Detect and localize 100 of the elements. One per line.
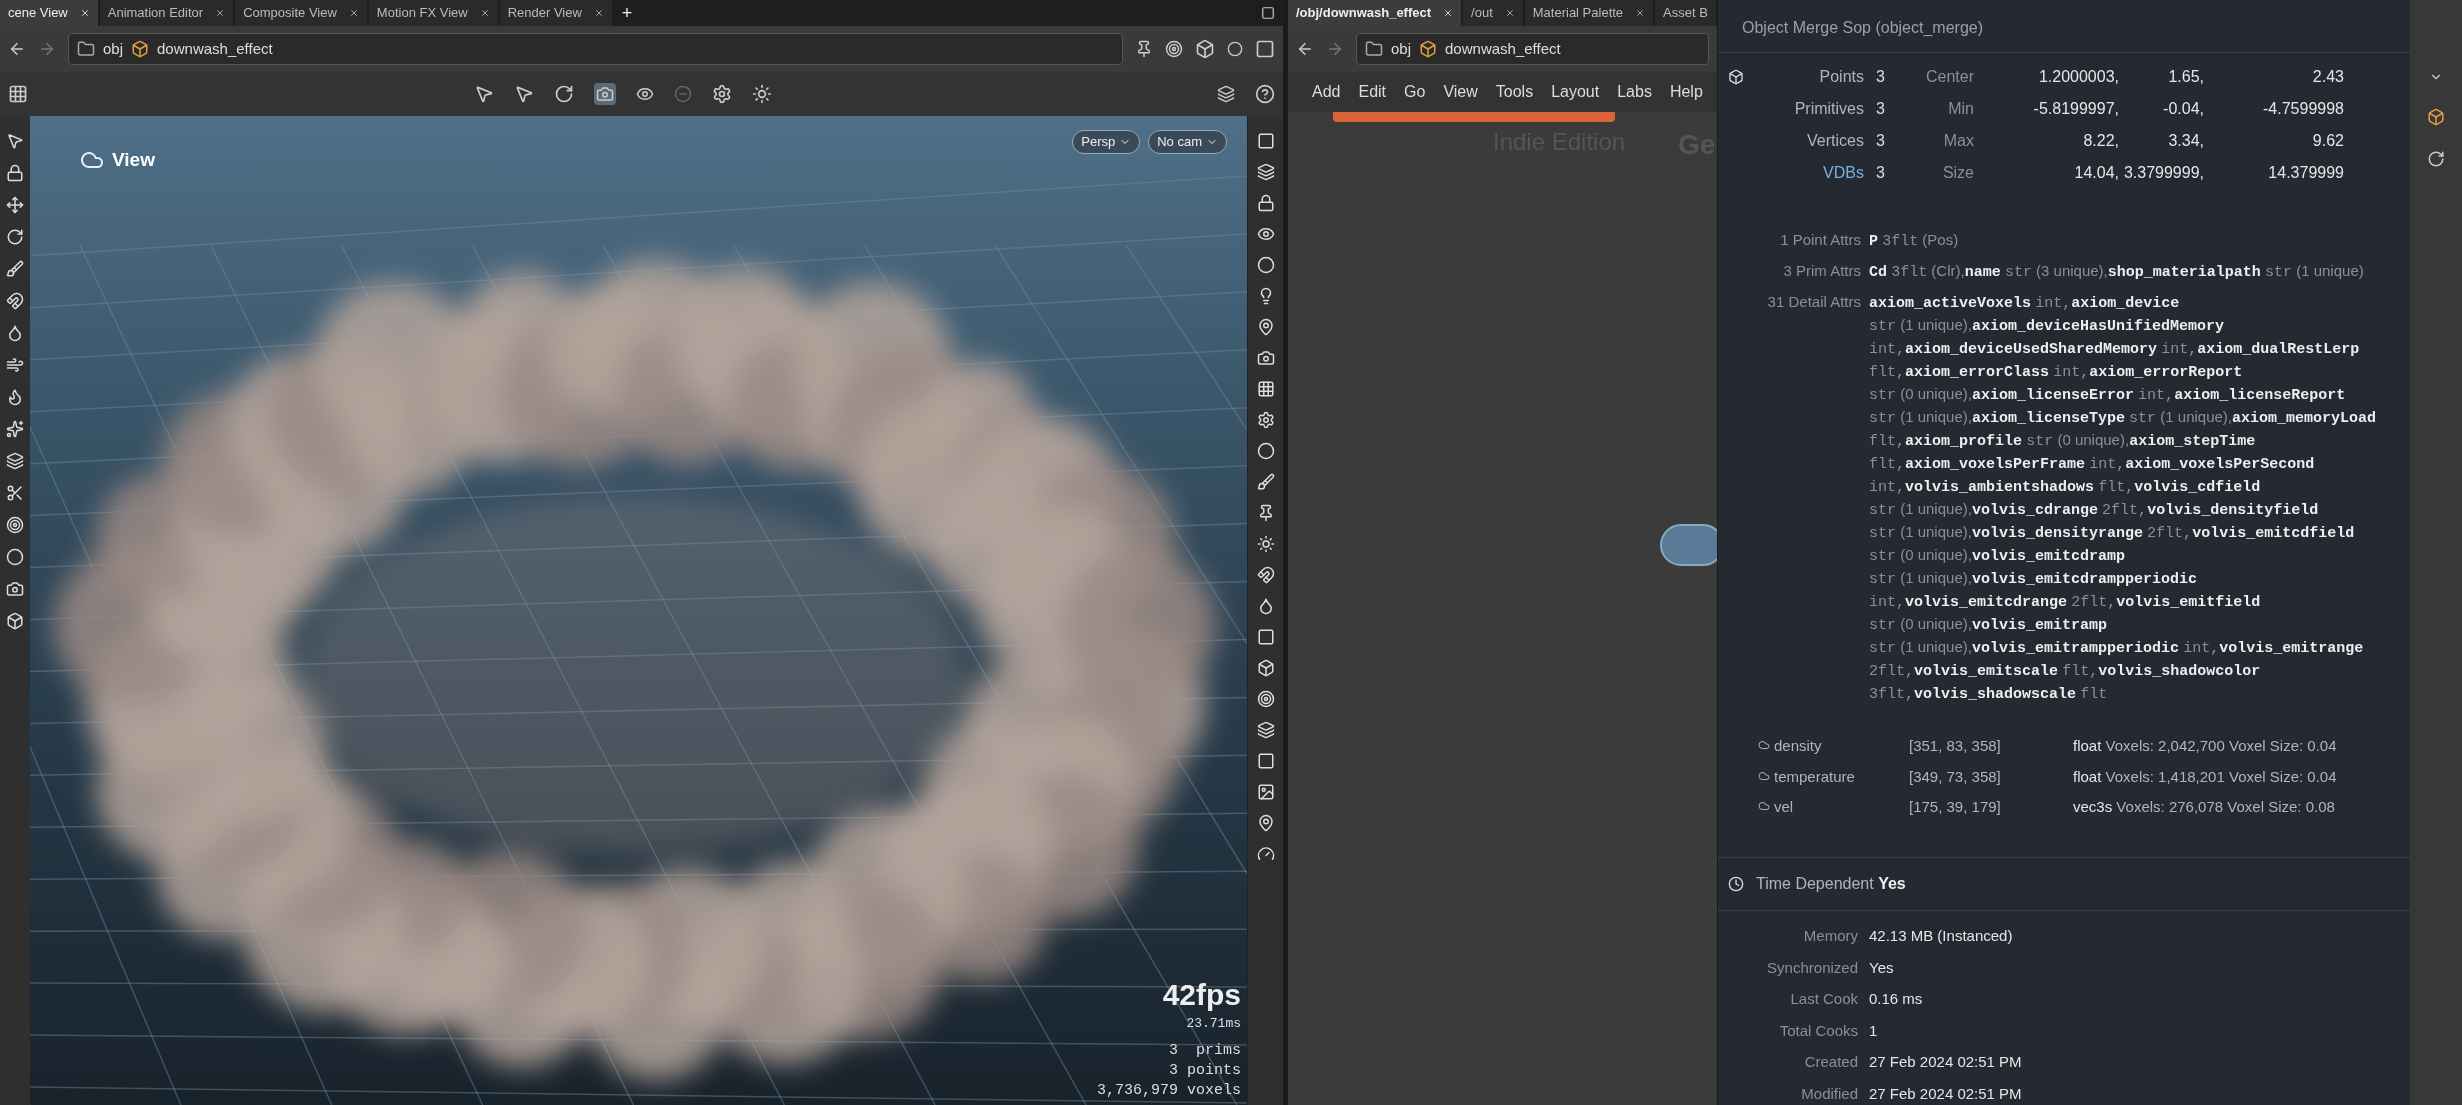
close-icon[interactable] xyxy=(1443,8,1454,18)
tool-icon[interactable] xyxy=(6,324,24,342)
display-option-icon[interactable] xyxy=(1256,349,1275,367)
camera-menu-button[interactable]: No cam xyxy=(1148,130,1227,154)
display-option-icon[interactable] xyxy=(1256,783,1275,801)
display-option-icon[interactable] xyxy=(1256,442,1275,460)
close-icon[interactable] xyxy=(215,8,226,18)
close-icon[interactable] xyxy=(1635,8,1646,18)
menu-item[interactable]: View xyxy=(1443,80,1478,104)
menu-item[interactable]: Labs xyxy=(1617,80,1652,104)
forward-icon[interactable] xyxy=(38,40,56,58)
display-option-icon[interactable] xyxy=(1256,132,1275,150)
path-field[interactable]: obj downwash_effect xyxy=(68,33,1123,65)
pane-tab[interactable]: Material Palette xyxy=(1524,0,1654,26)
back-icon[interactable] xyxy=(1296,40,1314,58)
display-option-icon[interactable] xyxy=(1256,225,1275,243)
grid-icon[interactable] xyxy=(8,84,28,104)
add-tab-button[interactable]: + xyxy=(613,0,641,26)
display-option-icon[interactable] xyxy=(1256,690,1275,708)
tool-icon[interactable] xyxy=(6,196,24,214)
cube-icon[interactable] xyxy=(1195,39,1215,59)
eye-icon[interactable] xyxy=(635,85,654,103)
pane-tab[interactable]: /obj/downwash_effect xyxy=(1288,0,1462,26)
pane-tab[interactable]: /out xyxy=(1463,0,1523,26)
close-icon[interactable] xyxy=(1504,8,1515,18)
close-icon[interactable] xyxy=(348,8,359,18)
attribute-name: axiom_device xyxy=(2071,295,2180,313)
tool-icon[interactable] xyxy=(6,516,24,534)
rotate-icon[interactable] xyxy=(2427,150,2445,168)
close-icon[interactable] xyxy=(79,8,90,18)
display-option-icon[interactable] xyxy=(1256,194,1275,212)
tool-icon[interactable] xyxy=(6,580,24,598)
display-option-icon[interactable] xyxy=(1256,628,1275,646)
tool-icon[interactable] xyxy=(6,292,24,310)
box-icon[interactable] xyxy=(2427,108,2445,126)
node-bar[interactable] xyxy=(1333,112,1615,122)
sun-icon[interactable] xyxy=(751,84,772,104)
sphere-icon[interactable] xyxy=(1227,41,1243,57)
display-option-icon[interactable] xyxy=(1256,659,1275,677)
tool-icon[interactable] xyxy=(6,132,24,150)
tool-icon[interactable] xyxy=(6,164,24,182)
tool-icon[interactable] xyxy=(6,228,24,246)
menu-item[interactable]: Edit xyxy=(1358,80,1387,104)
path-field[interactable]: obj downwash_effect xyxy=(1356,33,1709,65)
menu-item[interactable]: Layout xyxy=(1551,80,1600,104)
display-option-icon[interactable] xyxy=(1256,814,1275,832)
path-segment[interactable]: downwash_effect xyxy=(1445,37,1561,61)
help-icon[interactable] xyxy=(1255,84,1275,104)
count-label[interactable]: VDBs xyxy=(1744,161,1864,186)
pane-menu-icon[interactable] xyxy=(1261,6,1275,20)
tool-icon[interactable] xyxy=(6,260,24,278)
pointer-icon[interactable] xyxy=(513,84,534,104)
pane-tab[interactable]: cene View xyxy=(0,0,98,26)
display-option-icon[interactable] xyxy=(1256,473,1275,491)
pane-tab[interactable]: Asset B xyxy=(1655,0,1716,26)
close-icon[interactable] xyxy=(479,8,490,18)
pin-icon[interactable] xyxy=(1135,40,1153,58)
layers-icon[interactable] xyxy=(1217,85,1235,103)
pane-tab[interactable]: Render View xyxy=(499,0,612,26)
back-icon[interactable] xyxy=(8,40,26,58)
rotate-icon[interactable] xyxy=(553,84,574,104)
display-option-icon[interactable] xyxy=(1256,845,1275,863)
forward-icon[interactable] xyxy=(1326,40,1344,58)
menu-item[interactable]: Go xyxy=(1404,80,1426,104)
display-option-icon[interactable] xyxy=(1256,566,1275,584)
select-icon[interactable] xyxy=(473,84,494,104)
attribute-name: axiom_licenseReport xyxy=(2174,387,2346,405)
network-node[interactable] xyxy=(1660,524,1717,566)
path-segment[interactable]: obj xyxy=(103,37,124,61)
square-icon[interactable] xyxy=(1255,39,1275,59)
camera-icon[interactable] xyxy=(593,83,616,105)
display-option-icon[interactable] xyxy=(1256,721,1275,739)
menu-item[interactable]: Help xyxy=(1669,80,1703,104)
tool-icon[interactable] xyxy=(6,420,24,438)
tool-icon[interactable] xyxy=(6,612,24,630)
path-segment[interactable]: downwash_effect xyxy=(157,37,273,61)
display-option-icon[interactable] xyxy=(1256,411,1275,429)
path-segment[interactable]: obj xyxy=(1391,37,1412,61)
count-label: Points xyxy=(1818,67,1864,88)
display-option-icon[interactable] xyxy=(1256,163,1275,181)
target-icon[interactable] xyxy=(1165,40,1183,58)
display-option-icon[interactable] xyxy=(1256,752,1275,770)
tool-icon[interactable] xyxy=(6,388,24,406)
pane-tab[interactable]: Motion FX View xyxy=(368,0,498,26)
tool-icon[interactable] xyxy=(6,484,24,502)
display-option-icon[interactable] xyxy=(1256,318,1275,336)
display-option-icon[interactable] xyxy=(1256,380,1275,398)
display-option-icon[interactable] xyxy=(1256,256,1275,274)
pane-tab[interactable]: Animation Editor xyxy=(99,0,234,26)
tool-icon[interactable] xyxy=(6,548,24,566)
tool-icon[interactable] xyxy=(6,452,24,470)
detail-label: Total Cooks xyxy=(1778,1020,1858,1041)
menu-item[interactable]: Add xyxy=(1312,80,1341,104)
camera-menu-button[interactable]: Persp xyxy=(1072,130,1141,154)
menu-item[interactable]: Tools xyxy=(1495,80,1534,104)
gear-icon[interactable] xyxy=(711,84,732,104)
display-option-icon[interactable] xyxy=(1256,535,1275,553)
close-icon[interactable] xyxy=(593,8,604,18)
pane-tab[interactable]: Composite View xyxy=(235,0,367,26)
tool-icon[interactable] xyxy=(6,356,24,374)
